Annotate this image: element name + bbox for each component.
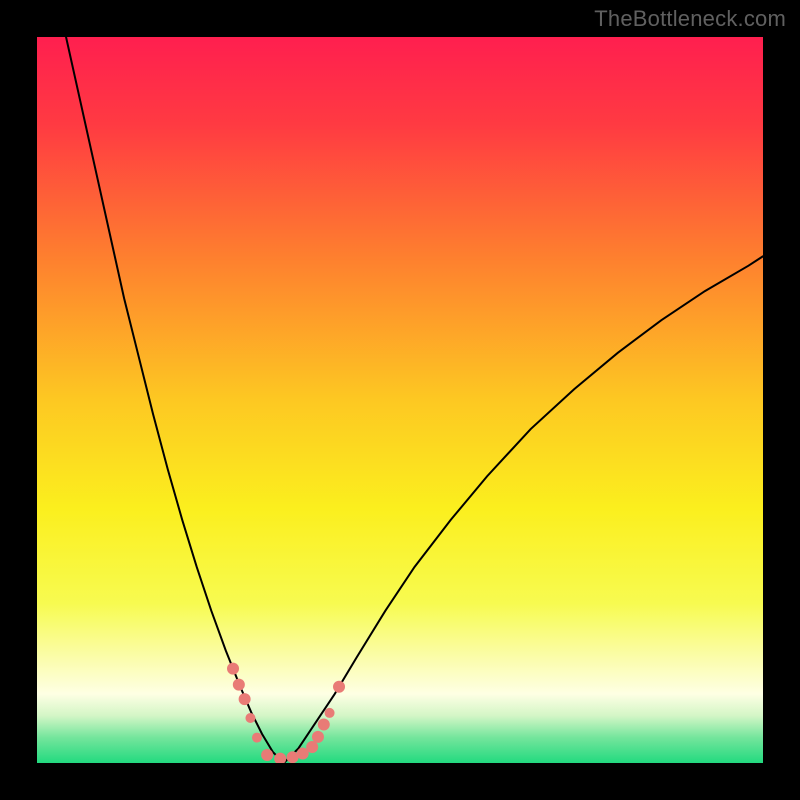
fit-marker: [333, 681, 345, 693]
fit-marker: [306, 741, 318, 753]
fit-marker: [312, 731, 324, 743]
chart-frame: [0, 0, 800, 800]
fit-marker: [252, 733, 262, 743]
curves-layer: [37, 37, 763, 763]
fit-marker: [325, 708, 335, 718]
curve-left-curve: [66, 37, 284, 763]
fit-marker: [239, 693, 251, 705]
fit-marker: [245, 713, 255, 723]
fit-marker: [261, 749, 273, 761]
curve-right-curve: [284, 256, 763, 763]
fit-marker: [318, 719, 330, 731]
watermark-text: TheBottleneck.com: [594, 6, 786, 32]
plot-area: [37, 37, 763, 763]
fit-marker: [233, 679, 245, 691]
fit-marker: [227, 663, 239, 675]
